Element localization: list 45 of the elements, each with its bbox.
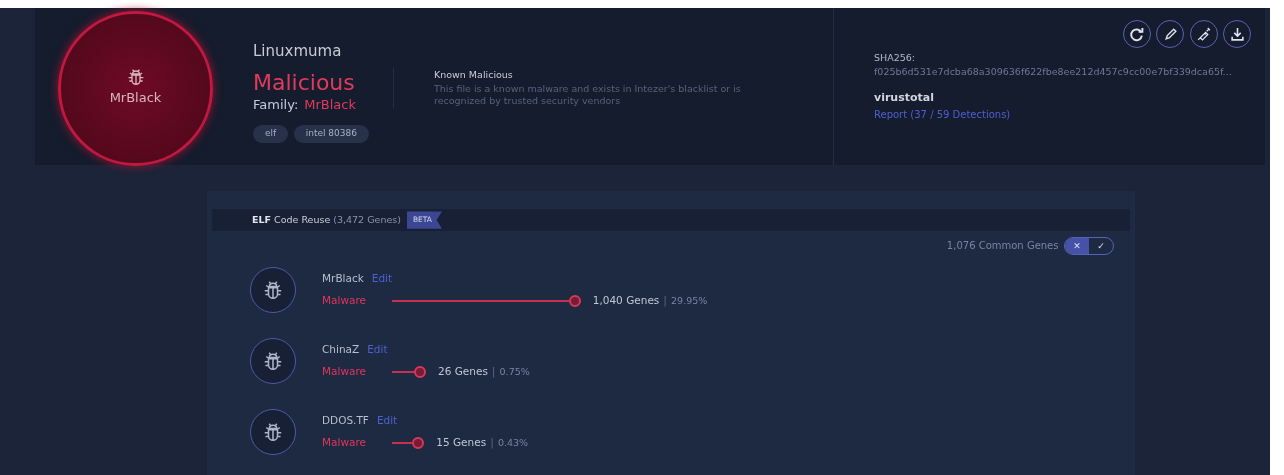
report-link[interactable]: Report (37 / 59 Detections) <box>874 108 1011 120</box>
type-label: Malware <box>322 293 367 309</box>
common-genes-label: 1,076 Common Genes <box>946 239 1059 253</box>
type-label: Malware <box>322 364 367 380</box>
virustotal-title: virustotal <box>874 90 935 107</box>
family-avatar <box>250 338 296 384</box>
family-name: MrBlack <box>109 89 162 108</box>
verdict-description: This file is a known malware and exists in Intezer's blacklist or is recognized by trusted security vendors <box>434 82 742 109</box>
refresh-icon <box>1129 26 1144 42</box>
family-avatar <box>250 267 296 313</box>
reject-option[interactable]: ✕ <box>1065 237 1089 254</box>
family-avatar <box>250 409 296 455</box>
gene-bar <box>392 366 426 378</box>
family-name: DDOS.TF <box>322 413 369 426</box>
separator: | <box>663 292 668 309</box>
pencil-icon <box>1162 26 1178 42</box>
edit-link[interactable]: Edit <box>376 413 398 426</box>
family-name: ChinaZ <box>322 342 360 355</box>
file-name: Linuxmuma <box>253 41 343 62</box>
gene-count: 26 Genes <box>437 364 488 380</box>
gene-count: 1,040 Genes <box>592 293 660 309</box>
percentage: 0.75% <box>499 364 530 379</box>
family-name: MrBlack <box>322 271 364 284</box>
edit-link[interactable]: Edit <box>367 342 388 355</box>
hash-label: SHA256: <box>874 50 916 65</box>
percentage: 0.43% <box>497 435 529 450</box>
gene-count: 15 Genes <box>436 435 487 451</box>
edit-link[interactable]: Edit <box>371 271 393 284</box>
type-label: Malware <box>322 435 367 451</box>
separator: | <box>491 363 496 380</box>
verdict-label: Malicious <box>253 70 356 95</box>
bug-icon <box>127 69 144 86</box>
tag: elf <box>253 125 289 143</box>
verdict-title: Known Malicious <box>434 68 514 83</box>
family-value: MrBlack <box>304 96 356 112</box>
family-label: Family: <box>253 96 299 112</box>
download-icon <box>1229 26 1245 42</box>
percentage: 29.95% <box>671 293 708 308</box>
gene-bar <box>392 437 425 449</box>
accept-option[interactable]: ✓ <box>1089 237 1113 254</box>
panel-title: ELF Code Reuse (3,472 Genes) <box>252 212 401 227</box>
hash-value: f025b6d531e7dcba68a309636f622fbe8ee212d457c9cc00e7bf339dca65f... <box>874 65 1233 79</box>
tag: intel 80386 <box>293 125 369 143</box>
syringe-icon <box>1196 26 1211 42</box>
separator: | <box>490 434 494 451</box>
